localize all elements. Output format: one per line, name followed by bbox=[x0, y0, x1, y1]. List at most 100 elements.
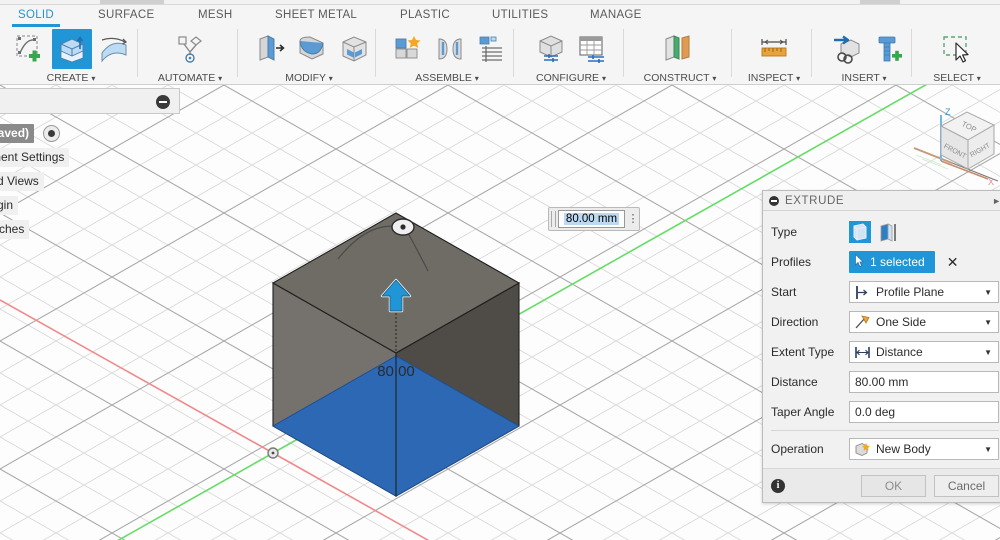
construct-plane-icon[interactable] bbox=[658, 29, 698, 69]
extent-type-dropdown[interactable]: Distance ▼ bbox=[849, 341, 999, 363]
sweep-icon[interactable] bbox=[94, 29, 134, 69]
chevron-down-icon[interactable]: ▼ bbox=[984, 288, 992, 297]
dimension-input-chip[interactable]: 80.00 mm ⋮ bbox=[548, 207, 640, 231]
extrude-profile-icon[interactable] bbox=[849, 221, 871, 243]
chevron-down-icon[interactable]: ▼ bbox=[984, 318, 992, 327]
configure-table-icon[interactable] bbox=[572, 29, 612, 69]
tab-remnant[interactable] bbox=[100, 0, 164, 4]
ribbon-tabs: SOLID SURFACE MESH SHEET METAL PLASTIC U… bbox=[0, 5, 1000, 27]
ribbon-panel-assemble: ASSEMBLE ▾ bbox=[380, 25, 514, 85]
row-profiles: Profiles 1 selected ✕ bbox=[771, 247, 999, 277]
row-type-label: Type bbox=[771, 225, 798, 239]
ribbon-panel-configure: CONFIGURE ▾ bbox=[518, 25, 624, 85]
browser-node-sketches[interactable]: Sketches bbox=[0, 217, 190, 241]
direction-value: One Side bbox=[876, 315, 927, 329]
taper-angle-input[interactable]: 0.0 deg bbox=[849, 401, 999, 423]
ribbon-panel-modify-label[interactable]: MODIFY ▾ bbox=[242, 72, 376, 84]
chevron-down-icon[interactable]: ▼ bbox=[984, 348, 992, 357]
one-side-icon bbox=[854, 314, 871, 330]
extrude-icon[interactable] bbox=[52, 29, 92, 69]
row-distance-label: Distance bbox=[771, 375, 818, 389]
info-icon[interactable]: i bbox=[771, 478, 785, 493]
clear-selection-x[interactable]: ✕ bbox=[947, 255, 959, 269]
more-options-icon[interactable]: ⋮ bbox=[627, 214, 639, 225]
joint-table-icon[interactable] bbox=[472, 29, 512, 69]
joint-icon[interactable] bbox=[430, 29, 470, 69]
row-type: Type bbox=[771, 217, 999, 247]
insert-mcmaster-icon[interactable] bbox=[868, 29, 908, 69]
drag-grip-icon[interactable] bbox=[551, 211, 556, 227]
chevron-down-icon[interactable]: ▼ bbox=[984, 445, 992, 454]
select-cursor-icon bbox=[855, 253, 864, 270]
row-operation-label: Operation bbox=[771, 442, 824, 456]
ribbon-tab-manage[interactable]: MANAGE bbox=[590, 7, 642, 24]
select-window-icon[interactable] bbox=[936, 29, 976, 69]
visibility-eye-icon[interactable] bbox=[43, 125, 61, 143]
browser-node-origin[interactable]: Origin bbox=[0, 193, 190, 217]
ribbon-tab-utilities[interactable]: UTILITIES bbox=[492, 7, 548, 24]
insert-derive-icon[interactable] bbox=[826, 29, 866, 69]
ribbon-panel-create: CREATE ▾ bbox=[4, 25, 138, 85]
ribbon-tab-mesh[interactable]: MESH bbox=[198, 7, 232, 24]
dialog-collapse-icon[interactable] bbox=[769, 195, 779, 206]
browser-node-label: Document Settings bbox=[0, 148, 70, 167]
automate-icon[interactable] bbox=[170, 29, 210, 69]
ribbon-tab-sheet-metal[interactable]: SHEET METAL bbox=[275, 7, 357, 24]
direction-dropdown[interactable]: One Side ▼ bbox=[849, 311, 999, 333]
ribbon-panel-configure-label[interactable]: CONFIGURE ▾ bbox=[518, 72, 624, 84]
profiles-selection-button[interactable]: 1 selected bbox=[849, 251, 935, 273]
profile-plane-icon bbox=[854, 285, 871, 300]
row-taper-angle-label: Taper Angle bbox=[771, 405, 835, 419]
row-start-label: Start bbox=[771, 285, 797, 299]
ribbon-tab-plastic[interactable]: PLASTIC bbox=[400, 7, 450, 24]
browser-node-label: Origin bbox=[0, 196, 19, 215]
ribbon-panel-inspect: INSPECT ▾ bbox=[736, 25, 812, 85]
ribbon-panel-select-label[interactable]: SELECT ▾ bbox=[916, 72, 998, 84]
operation-dropdown[interactable]: New Body ▼ bbox=[849, 438, 999, 460]
ribbon-tab-solid[interactable]: SOLID bbox=[11, 7, 61, 27]
extrude-dialog-body: Type Profiles 1 selected ✕ Start Profile… bbox=[763, 211, 1000, 468]
ribbon-panel-assemble-label[interactable]: ASSEMBLE ▾ bbox=[380, 72, 514, 84]
browser-node-label: Named Views bbox=[0, 172, 44, 191]
browser-node-document-settings[interactable]: Document Settings bbox=[0, 145, 190, 169]
ribbon-tab-surface[interactable]: SURFACE bbox=[98, 7, 154, 24]
new-component-icon[interactable] bbox=[388, 29, 428, 69]
ribbon-panel-inspect-label[interactable]: INSPECT ▾ bbox=[736, 72, 812, 84]
start-dropdown[interactable]: Profile Plane ▼ bbox=[849, 281, 999, 303]
ribbon-panel-insert-label[interactable]: INSERT ▾ bbox=[816, 72, 912, 84]
cancel-button[interactable]: Cancel bbox=[934, 474, 999, 497]
viewcube-axis-x: X bbox=[988, 177, 994, 185]
dimension-input[interactable]: 80.00 mm bbox=[558, 210, 625, 228]
ribbon-panel-automate-label[interactable]: AUTOMATE ▾ bbox=[142, 72, 238, 84]
measure-icon[interactable] bbox=[754, 29, 794, 69]
browser-node-named-views[interactable]: Named Views bbox=[0, 169, 190, 193]
ok-button[interactable]: OK bbox=[861, 474, 926, 497]
ribbon-panel-insert: INSERT ▾ bbox=[816, 25, 912, 85]
browser-node-label: Sketches bbox=[0, 220, 30, 239]
distance-input[interactable]: 80.00 mm bbox=[849, 371, 999, 393]
row-taper-angle: Taper Angle 0.0 deg bbox=[771, 397, 999, 427]
distance-icon bbox=[854, 345, 871, 360]
tab-remnant[interactable] bbox=[860, 0, 900, 4]
shell-icon[interactable] bbox=[334, 29, 374, 69]
ribbon-panel-automate: AUTOMATE ▾ bbox=[142, 25, 238, 85]
extrude-symmetric-icon[interactable] bbox=[877, 221, 899, 243]
extrude-dialog-header[interactable]: EXTRUDE ► bbox=[763, 191, 1000, 211]
extrude-dialog: EXTRUDE ► Type Profiles 1 selected ✕ Sta… bbox=[762, 190, 1000, 503]
configure-part-icon[interactable] bbox=[530, 29, 570, 69]
create-sketch-icon[interactable] bbox=[10, 29, 50, 69]
fillet-icon[interactable] bbox=[292, 29, 332, 69]
browser-toolbar bbox=[0, 88, 180, 114]
ribbon-panel-construct-label[interactable]: CONSTRUCT ▾ bbox=[628, 72, 732, 84]
collapse-icon[interactable] bbox=[156, 95, 170, 109]
extent-type-value: Distance bbox=[876, 345, 923, 359]
browser-node-root[interactable]: (Unsaved) bbox=[0, 121, 190, 145]
press-pull-icon[interactable] bbox=[250, 29, 290, 69]
ribbon-panel-modify: MODIFY ▾ bbox=[242, 25, 376, 85]
ribbon-panel-create-label[interactable]: CREATE ▾ bbox=[4, 72, 138, 84]
view-cube[interactable]: Z X TOP FRONT RIGHT bbox=[912, 93, 1000, 185]
extrude-dialog-footer: i OK Cancel bbox=[763, 468, 1000, 502]
dialog-expand-arrow[interactable]: ► bbox=[992, 196, 1000, 206]
viewcube-axis-z: Z bbox=[945, 107, 951, 117]
row-direction: Direction One Side ▼ bbox=[771, 307, 999, 337]
